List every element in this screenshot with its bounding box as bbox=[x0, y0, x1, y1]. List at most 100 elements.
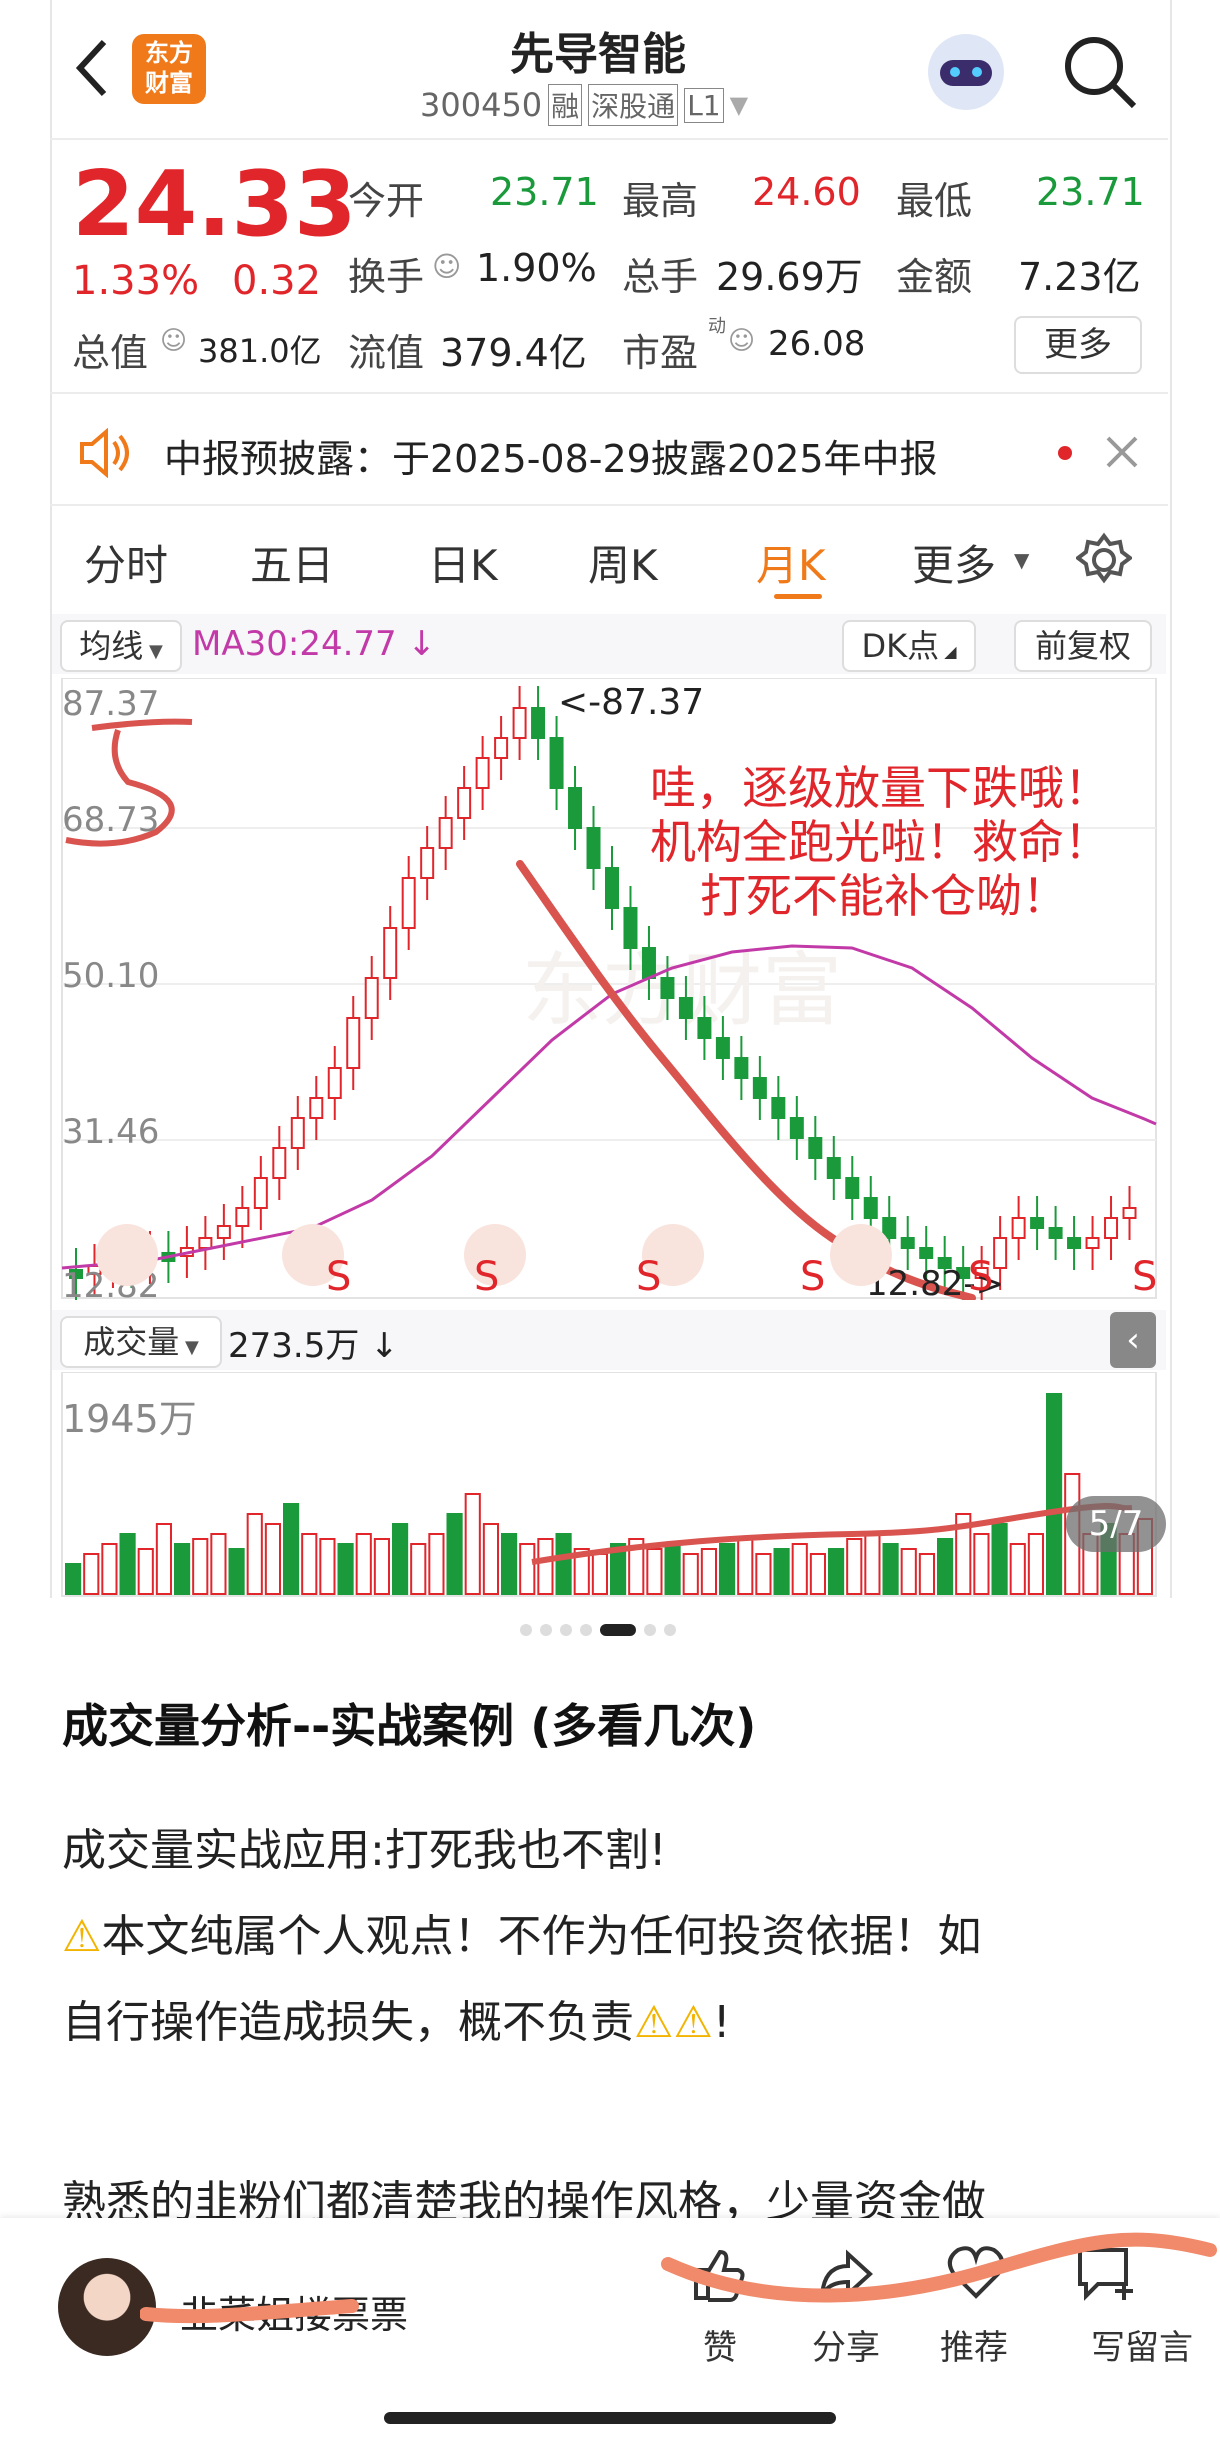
gear-icon[interactable] bbox=[1076, 532, 1132, 588]
dk-point-button[interactable]: DK点 ◢ bbox=[842, 620, 976, 672]
warning-icon: ⚠ bbox=[634, 1997, 674, 2048]
tab-rik[interactable]: 日K bbox=[428, 532, 498, 593]
carousel-dot[interactable] bbox=[580, 1624, 592, 1636]
candle bbox=[364, 977, 379, 1019]
chevron-left-icon[interactable] bbox=[72, 38, 112, 98]
volume-bar-item bbox=[155, 1523, 173, 1595]
fq-button[interactable]: 前复权 bbox=[1014, 620, 1152, 672]
carousel-dot[interactable] bbox=[644, 1624, 656, 1636]
volume-bar-item bbox=[228, 1548, 245, 1595]
volume-bar-item bbox=[392, 1523, 409, 1595]
close-icon[interactable] bbox=[1104, 434, 1140, 470]
candle bbox=[383, 927, 398, 979]
stat-label-low: 最低 bbox=[896, 179, 973, 223]
marker-circle bbox=[96, 1224, 158, 1286]
volume-bar-item bbox=[646, 1548, 663, 1595]
volume-bar-item bbox=[664, 1543, 681, 1595]
high-label: <-87.37 bbox=[558, 682, 705, 723]
axis-tick-4: 31.46 bbox=[62, 1112, 160, 1152]
sell-marker[interactable]: S bbox=[968, 1254, 993, 1300]
dropdown-icon[interactable]: ▼ bbox=[730, 91, 748, 119]
volume-bar-item bbox=[991, 1523, 1008, 1595]
volume-bar-item bbox=[755, 1553, 772, 1595]
tab-more[interactable]: 更多 bbox=[912, 532, 996, 593]
sell-marker[interactable]: S bbox=[800, 1254, 825, 1300]
more-button[interactable]: 更多 bbox=[1014, 316, 1142, 374]
info-icon[interactable]: ☺ bbox=[432, 250, 461, 283]
candle bbox=[216, 1225, 231, 1239]
article-text: 本文纯属个人观点！不作为任何投资依据！如 bbox=[101, 1911, 982, 1962]
volume-bar-item bbox=[555, 1533, 572, 1595]
total-value-label: 总值 bbox=[72, 331, 149, 375]
price: 24.33 bbox=[72, 152, 357, 257]
carousel-dot[interactable] bbox=[520, 1624, 532, 1636]
stat-label-volume: 总手 bbox=[622, 255, 699, 299]
volume-bar-item bbox=[283, 1503, 300, 1595]
volume-bar-item bbox=[519, 1543, 536, 1595]
stock-name: 先导智能 bbox=[510, 29, 686, 80]
ma-dropdown[interactable]: 均线 ▼ bbox=[60, 620, 182, 672]
volume-chart[interactable] bbox=[52, 1372, 1166, 1598]
stock-code-row: 300450 融 深股通 L1 ▼ bbox=[420, 84, 748, 126]
candle bbox=[697, 1017, 712, 1039]
sell-marker[interactable]: S bbox=[474, 1254, 499, 1300]
stat-value-open: 23.71 bbox=[490, 170, 599, 214]
axis-tick-2: 68.73 bbox=[62, 800, 160, 840]
carousel-dot[interactable] bbox=[600, 1624, 636, 1636]
carousel-dot[interactable] bbox=[664, 1624, 676, 1636]
annotation-line-3: 打死不能补仓呦！ bbox=[700, 869, 1068, 923]
candle bbox=[641, 947, 656, 979]
info-icon[interactable]: ☺ bbox=[160, 326, 187, 356]
tab-yuek[interactable]: 月K bbox=[756, 532, 826, 593]
article-text: 自行操作造成损失，概不负责 bbox=[62, 1997, 634, 2048]
candle bbox=[1067, 1237, 1082, 1249]
tag-rong: 融 bbox=[548, 84, 583, 126]
notice-text[interactable]: 中报预披露：于2025-08-29披露2025年中报 bbox=[164, 428, 938, 483]
candle bbox=[401, 877, 416, 929]
carousel-dot[interactable] bbox=[540, 1624, 552, 1636]
info-icon[interactable]: ☺ bbox=[728, 326, 755, 356]
volume-bar-item bbox=[591, 1553, 608, 1595]
total-value: 381.0亿 bbox=[198, 332, 322, 370]
candle bbox=[900, 1237, 915, 1249]
ma-value: MA30:24.77 ↓ bbox=[192, 624, 436, 664]
app-logo: 东方 财富 bbox=[132, 34, 206, 104]
article-title: 成交量分析--实战案例 (多看几次) bbox=[62, 1699, 757, 1753]
volume-bar-item bbox=[482, 1523, 500, 1595]
stat-label-amount: 金额 bbox=[896, 255, 973, 299]
dk-point-label: DK点 bbox=[861, 627, 940, 665]
watermark: 东方财富 bbox=[522, 946, 842, 1035]
volume-bar-item bbox=[682, 1553, 699, 1595]
volume-bar-item bbox=[446, 1513, 463, 1595]
candle bbox=[605, 867, 619, 909]
notice-red-dot bbox=[1058, 446, 1072, 460]
candle bbox=[235, 1207, 250, 1227]
stat-value-low: 23.71 bbox=[1036, 170, 1145, 214]
candle bbox=[789, 1117, 804, 1139]
candle bbox=[420, 847, 435, 879]
stat-value-volume: 29.69万 bbox=[716, 255, 863, 299]
sell-marker[interactable]: S bbox=[326, 1254, 351, 1300]
volume-bar-item bbox=[410, 1543, 427, 1595]
tab-wuri[interactable]: 五日 bbox=[250, 532, 334, 593]
carousel-dot[interactable] bbox=[560, 1624, 572, 1636]
tab-zhouk[interactable]: 周K bbox=[588, 532, 658, 593]
sell-marker[interactable]: S bbox=[636, 1254, 661, 1300]
search-icon[interactable] bbox=[1060, 32, 1140, 112]
volume-max-label: 1945万 bbox=[62, 1397, 197, 1441]
collapse-button[interactable]: ‹ bbox=[1110, 1312, 1156, 1368]
candle bbox=[826, 1157, 841, 1179]
article-paragraph: 成交量实战应用:打死我也不割! bbox=[62, 1825, 667, 1876]
sell-marker[interactable]: S bbox=[1132, 1254, 1157, 1300]
home-indicator bbox=[384, 2412, 836, 2424]
axis-tick-3: 50.10 bbox=[62, 956, 160, 996]
robot-icon[interactable] bbox=[928, 34, 1004, 110]
candle bbox=[568, 787, 583, 829]
volume-bar-item bbox=[355, 1533, 372, 1595]
stock-code: 300450 bbox=[420, 86, 543, 124]
tab-active-underline bbox=[774, 594, 822, 599]
volume-dropdown[interactable]: 成交量 ▼ bbox=[60, 1316, 222, 1368]
tab-fenshi[interactable]: 分时 bbox=[84, 532, 168, 593]
carousel-dots[interactable] bbox=[520, 1624, 676, 1636]
volume-bar-item bbox=[192, 1538, 209, 1595]
